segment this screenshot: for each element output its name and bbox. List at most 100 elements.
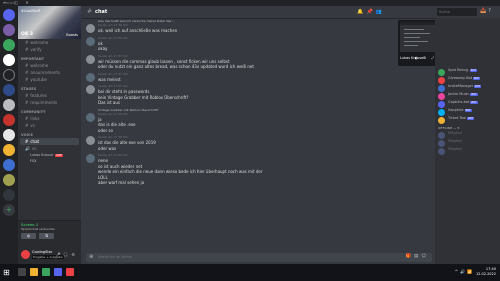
boost-label[interactable]: Boosts — [66, 33, 78, 37]
channel-item[interactable]: # welcome — [18, 62, 81, 69]
message: heute um 17:37 Uhr was meinst — [84, 72, 434, 83]
timestamp: heute um 17:39 Uhr — [98, 153, 129, 157]
avatar[interactable] — [86, 54, 95, 64]
avatar[interactable] — [86, 112, 95, 122]
message-composer[interactable]: ⊕ Nachricht an #chat 🎁▤☺ — [86, 253, 432, 262]
message-text: Das ist aus — [98, 100, 120, 105]
avatar[interactable] — [21, 250, 30, 259]
server-icon[interactable] — [3, 99, 15, 111]
message-text: oder was — [98, 145, 117, 151]
search-icon[interactable] — [18, 268, 26, 276]
message-text: oder du nutzt ein ganz altes bread, was … — [98, 64, 254, 69]
member-item[interactable]: Mitglied — [435, 147, 500, 155]
message-text: was meinst — [98, 76, 121, 82]
message: heute um 17:36 Uhr ok. weil ich auf ansc… — [84, 23, 434, 34]
search-input[interactable]: Suche — [437, 8, 477, 16]
stream-preview — [400, 22, 436, 52]
camera-button[interactable]: ◎ — [21, 233, 36, 239]
channel-item[interactable]: # anouncements — [18, 69, 81, 76]
member-list: Spot Recog. BOT Giveaway-Bot BOT InviteMan… — [435, 18, 500, 264]
channel-item[interactable]: # links — [18, 115, 81, 122]
username: CoolingStar — [32, 250, 53, 254]
tray-icons[interactable]: ^🔊📶 — [455, 269, 474, 274]
server-icon[interactable] — [3, 39, 15, 51]
channel-title: chat — [95, 9, 108, 15]
category-important[interactable]: IMPORTANT — [21, 57, 81, 61]
clock[interactable]: 17:40 12.02.2022 — [476, 267, 496, 277]
voice-user[interactable]: FSX — [18, 158, 81, 164]
stream-popout[interactable]: Lukas Krause ◐ ⚙ ⤢ — [398, 20, 438, 66]
timestamp: heute um 17:37 Uhr — [98, 71, 129, 76]
browser-icon[interactable] — [42, 268, 50, 276]
server-icon[interactable] — [3, 54, 15, 66]
avatar[interactable] — [86, 85, 95, 94]
message: heute um 17:37 Uhr bei dir steht in pass… — [84, 84, 434, 106]
message: heute um 17:38 Uhr ist das die alte exe … — [84, 135, 434, 151]
screen-share-button[interactable]: ⇅ — [39, 233, 54, 239]
server-name[interactable]: OK 3 — [21, 32, 33, 37]
stream-controls[interactable]: ◐ ⚙ ⤢ — [415, 56, 436, 60]
member-item[interactable]: Spot Recog. BOT — [435, 68, 500, 76]
voice-sub: Sprachchat verbunden — [21, 227, 56, 231]
user-controls[interactable]: 🎤🎧⚙ — [55, 252, 78, 257]
member-group-offline: OFFLINE — 5 — [438, 126, 460, 130]
server-icon[interactable] — [3, 84, 15, 96]
avatar[interactable] — [86, 24, 95, 33]
windows-start-icon[interactable]: ⊞ — [3, 268, 10, 277]
server-banner[interactable]: #CoolStuff OK 3 Boosts — [18, 6, 81, 39]
member-item[interactable]: Captcha.bot BOT — [435, 100, 500, 108]
member-item[interactable]: Ticket Tool BOT — [435, 116, 500, 124]
app-icon[interactable] — [66, 268, 74, 276]
channel-verify[interactable]: # verify — [18, 46, 81, 53]
channel-welcome[interactable]: # welcome — [18, 39, 81, 46]
home-icon[interactable] — [3, 9, 15, 21]
avatar[interactable] — [86, 72, 95, 82]
server-icon[interactable] — [3, 129, 15, 141]
channel-item[interactable]: # youtube — [18, 76, 81, 83]
category-stages[interactable]: STAGES — [21, 87, 81, 91]
server-icon[interactable] — [3, 189, 15, 201]
avatar[interactable] — [86, 136, 95, 145]
member-item[interactable]: Jockie Music BOT — [435, 92, 500, 100]
avatar[interactable] — [86, 154, 95, 163]
timestamp: heute um 17:37 Uhr — [98, 53, 129, 58]
composer-placeholder: Nachricht an #chat — [98, 255, 133, 259]
server-icon[interactable] — [3, 114, 15, 126]
member-item[interactable]: Sapphire BOT — [435, 108, 500, 116]
channel-chat-active[interactable]: # chat — [20, 138, 79, 145]
header-icons[interactable]: 🔔📌👥 — [357, 9, 385, 15]
inbox-icon[interactable]: 📥? — [480, 8, 493, 14]
timestamp: heute um 17:38 Uhr — [98, 135, 129, 139]
server-icon[interactable] — [3, 144, 15, 156]
server-icon[interactable] — [3, 24, 15, 36]
category-voice[interactable]: VOICE — [21, 133, 81, 137]
file-explorer-icon[interactable] — [30, 268, 38, 276]
message-text: okay — [98, 46, 108, 51]
message: heute um 17:39 Uhr nene so ist auch wied… — [84, 153, 434, 186]
avatar[interactable] — [86, 36, 95, 46]
server-icon[interactable] — [3, 69, 15, 81]
window-controls[interactable]: — ▢ ✕ — [3, 0, 498, 5]
server-icon[interactable] — [3, 174, 15, 186]
add-server-icon[interactable]: + — [3, 204, 15, 216]
category-community[interactable]: COMMUNITY — [21, 110, 81, 114]
timestamp: heute um 17:36 Uhr — [98, 35, 129, 40]
message-text: ok. weil ich auf anschließe was machen — [98, 28, 178, 33]
attach-icon[interactable]: ⊕ — [89, 254, 93, 260]
member-item[interactable]: Mitglied — [435, 131, 500, 139]
banner-tag: #CoolStuff — [21, 9, 40, 13]
channel-item[interactable]: # requirements — [18, 99, 81, 106]
voice-panel: Screen 1 Sprachchat verbunden ◎ ⇅ — [18, 220, 81, 247]
server-icon[interactable] — [3, 159, 15, 171]
member-item[interactable]: Mitglied — [435, 139, 500, 147]
channel-item[interactable]: # features — [18, 92, 81, 99]
voice-channel[interactable]: 🔊 vc — [18, 145, 81, 152]
discord-icon[interactable] — [54, 268, 62, 276]
member-item[interactable]: InviteManager BOT — [435, 84, 500, 92]
composer-icons[interactable]: 🎁▤☺ — [405, 254, 429, 259]
timestamp: heute um 17:36 Uhr — [98, 23, 129, 27]
member-item[interactable]: Giveaway-Bot BOT — [435, 76, 500, 84]
channel-item[interactable]: # vc — [18, 122, 81, 129]
message: heute um 17:38 Uhr ja das is die alte .e… — [84, 112, 434, 134]
server-rail: + — [0, 6, 18, 264]
